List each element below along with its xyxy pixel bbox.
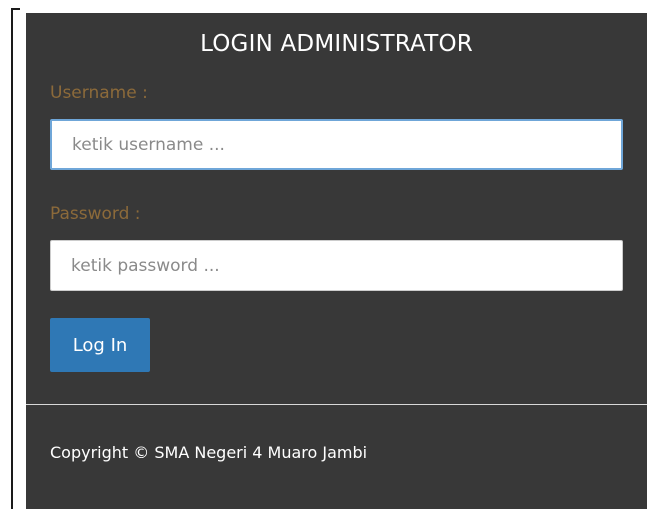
login-button[interactable]: Log In: [50, 318, 150, 372]
left-border-line: [11, 8, 13, 509]
username-input[interactable]: [50, 119, 623, 170]
page-frame: LOGIN ADMINISTRATOR Username : Password …: [0, 0, 649, 509]
login-panel: LOGIN ADMINISTRATOR Username : Password …: [26, 13, 647, 509]
password-label: Password :: [50, 204, 141, 224]
copyright-text: Copyright © SMA Negeri 4 Muaro Jambi: [50, 443, 368, 462]
top-border-tick: [11, 8, 20, 10]
password-input[interactable]: [50, 240, 623, 291]
username-label: Username :: [50, 83, 148, 103]
footer-divider: [26, 404, 647, 405]
login-title: LOGIN ADMINISTRATOR: [200, 31, 473, 57]
